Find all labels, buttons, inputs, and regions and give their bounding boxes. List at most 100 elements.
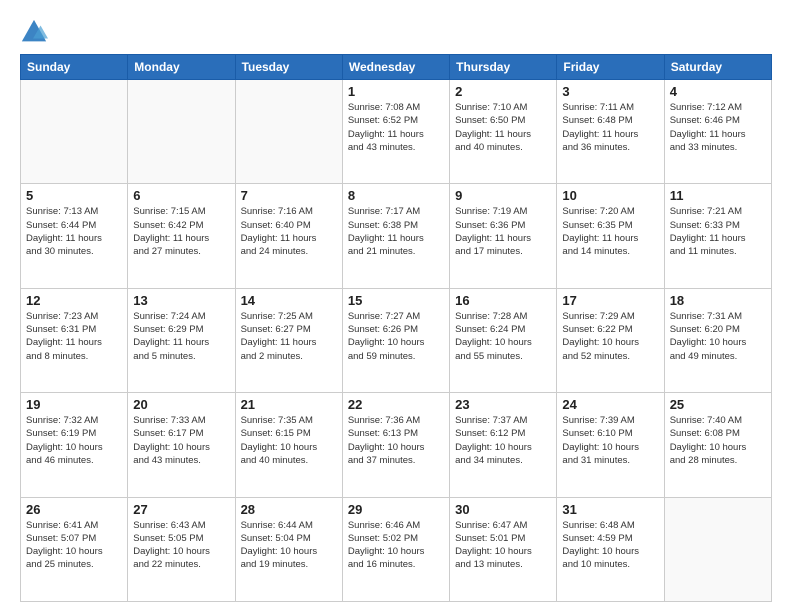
- day-info: Sunrise: 7:35 AM Sunset: 6:15 PM Dayligh…: [241, 414, 337, 467]
- day-info: Sunrise: 7:20 AM Sunset: 6:35 PM Dayligh…: [562, 205, 658, 258]
- calendar-cell: 22 Sunrise: 7:36 AM Sunset: 6:13 PM Dayli…: [342, 393, 449, 497]
- calendar-week-1: 1Sunrise: 7:08 AM Sunset: 6:52 PM Daylig…: [21, 80, 772, 184]
- day-info: Sunrise: 7:12 AM Sunset: 6:46 PM Dayligh…: [670, 101, 766, 154]
- calendar-cell: 31 Sunrise: 6:48 AM Sunset: 4:59 PM Dayli…: [557, 497, 664, 601]
- day-info: Sunrise: 7:21 AM Sunset: 6:33 PM Dayligh…: [670, 205, 766, 258]
- calendar-cell: 5 Sunrise: 7:13 AM Sunset: 6:44 PM Daylig…: [21, 184, 128, 288]
- weekday-header-saturday: Saturday: [664, 55, 771, 80]
- calendar-cell: 25 Sunrise: 7:40 AM Sunset: 6:08 PM Dayli…: [664, 393, 771, 497]
- header: [20, 18, 772, 46]
- day-info: Sunrise: 7:39 AM Sunset: 6:10 PM Dayligh…: [562, 414, 658, 467]
- day-number: 12: [26, 293, 122, 308]
- calendar-cell: 21 Sunrise: 7:35 AM Sunset: 6:15 PM Dayli…: [235, 393, 342, 497]
- day-number: 11: [670, 188, 766, 203]
- day-info: Sunrise: 7:10 AM Sunset: 6:50 PM Dayligh…: [455, 101, 551, 154]
- day-number: 9: [455, 188, 551, 203]
- day-info: Sunrise: 7:32 AM Sunset: 6:19 PM Dayligh…: [26, 414, 122, 467]
- calendar-cell: 8 Sunrise: 7:17 AM Sunset: 6:38 PM Daylig…: [342, 184, 449, 288]
- calendar-cell: 2 Sunrise: 7:10 AM Sunset: 6:50 PM Daylig…: [450, 80, 557, 184]
- page: SundayMondayTuesdayWednesdayThursdayFrid…: [0, 0, 792, 612]
- day-number: 28: [241, 502, 337, 517]
- weekday-header-tuesday: Tuesday: [235, 55, 342, 80]
- day-info: Sunrise: 7:37 AM Sunset: 6:12 PM Dayligh…: [455, 414, 551, 467]
- day-info: Sunrise: 7:23 AM Sunset: 6:31 PM Dayligh…: [26, 310, 122, 363]
- day-info: Sunrise: 6:44 AM Sunset: 5:04 PM Dayligh…: [241, 519, 337, 572]
- calendar-week-3: 12 Sunrise: 7:23 AM Sunset: 6:31 PM Dayli…: [21, 288, 772, 392]
- calendar-cell: 15 Sunrise: 7:27 AM Sunset: 6:26 PM Dayli…: [342, 288, 449, 392]
- day-number: 29: [348, 502, 444, 517]
- calendar-cell: 3Sunrise: 7:11 AM Sunset: 6:48 PM Daylig…: [557, 80, 664, 184]
- day-number: 1: [348, 84, 444, 99]
- day-number: 10: [562, 188, 658, 203]
- day-info: Sunrise: 7:11 AM Sunset: 6:48 PM Dayligh…: [562, 101, 658, 154]
- day-number: 26: [26, 502, 122, 517]
- day-info: Sunrise: 6:48 AM Sunset: 4:59 PM Dayligh…: [562, 519, 658, 572]
- logo-icon: [20, 18, 48, 46]
- calendar-cell: 18Sunrise: 7:31 AM Sunset: 6:20 PM Dayli…: [664, 288, 771, 392]
- day-info: Sunrise: 7:25 AM Sunset: 6:27 PM Dayligh…: [241, 310, 337, 363]
- day-number: 31: [562, 502, 658, 517]
- calendar-cell: 19Sunrise: 7:32 AM Sunset: 6:19 PM Dayli…: [21, 393, 128, 497]
- calendar-week-5: 26 Sunrise: 6:41 AM Sunset: 5:07 PM Dayli…: [21, 497, 772, 601]
- calendar-cell: [128, 80, 235, 184]
- calendar-cell: [21, 80, 128, 184]
- day-number: 16: [455, 293, 551, 308]
- day-number: 5: [26, 188, 122, 203]
- day-number: 22: [348, 397, 444, 412]
- calendar-cell: 1Sunrise: 7:08 AM Sunset: 6:52 PM Daylig…: [342, 80, 449, 184]
- day-number: 21: [241, 397, 337, 412]
- logo: [20, 18, 52, 46]
- calendar-cell: 9 Sunrise: 7:19 AM Sunset: 6:36 PM Daylig…: [450, 184, 557, 288]
- day-number: 27: [133, 502, 229, 517]
- calendar-cell: 29 Sunrise: 6:46 AM Sunset: 5:02 PM Dayli…: [342, 497, 449, 601]
- day-info: Sunrise: 7:16 AM Sunset: 6:40 PM Dayligh…: [241, 205, 337, 258]
- calendar-cell: 27 Sunrise: 6:43 AM Sunset: 5:05 PM Dayli…: [128, 497, 235, 601]
- calendar-cell: 23 Sunrise: 7:37 AM Sunset: 6:12 PM Dayli…: [450, 393, 557, 497]
- calendar-cell: 28 Sunrise: 6:44 AM Sunset: 5:04 PM Dayli…: [235, 497, 342, 601]
- day-info: Sunrise: 7:33 AM Sunset: 6:17 PM Dayligh…: [133, 414, 229, 467]
- day-info: Sunrise: 7:24 AM Sunset: 6:29 PM Dayligh…: [133, 310, 229, 363]
- day-info: Sunrise: 7:17 AM Sunset: 6:38 PM Dayligh…: [348, 205, 444, 258]
- day-number: 24: [562, 397, 658, 412]
- day-number: 25: [670, 397, 766, 412]
- day-info: Sunrise: 6:47 AM Sunset: 5:01 PM Dayligh…: [455, 519, 551, 572]
- day-info: Sunrise: 6:46 AM Sunset: 5:02 PM Dayligh…: [348, 519, 444, 572]
- day-number: 30: [455, 502, 551, 517]
- day-number: 17: [562, 293, 658, 308]
- day-number: 15: [348, 293, 444, 308]
- calendar-week-4: 19Sunrise: 7:32 AM Sunset: 6:19 PM Dayli…: [21, 393, 772, 497]
- day-number: 2: [455, 84, 551, 99]
- day-info: Sunrise: 7:36 AM Sunset: 6:13 PM Dayligh…: [348, 414, 444, 467]
- calendar-cell: 30 Sunrise: 6:47 AM Sunset: 5:01 PM Dayli…: [450, 497, 557, 601]
- day-info: Sunrise: 7:13 AM Sunset: 6:44 PM Dayligh…: [26, 205, 122, 258]
- calendar-table: SundayMondayTuesdayWednesdayThursdayFrid…: [20, 54, 772, 602]
- day-info: Sunrise: 7:19 AM Sunset: 6:36 PM Dayligh…: [455, 205, 551, 258]
- day-info: Sunrise: 7:40 AM Sunset: 6:08 PM Dayligh…: [670, 414, 766, 467]
- day-number: 23: [455, 397, 551, 412]
- day-number: 13: [133, 293, 229, 308]
- day-number: 4: [670, 84, 766, 99]
- calendar-cell: 20 Sunrise: 7:33 AM Sunset: 6:17 PM Dayli…: [128, 393, 235, 497]
- day-number: 6: [133, 188, 229, 203]
- weekday-header-friday: Friday: [557, 55, 664, 80]
- weekday-header-sunday: Sunday: [21, 55, 128, 80]
- calendar-cell: 12 Sunrise: 7:23 AM Sunset: 6:31 PM Dayli…: [21, 288, 128, 392]
- day-number: 8: [348, 188, 444, 203]
- day-info: Sunrise: 7:15 AM Sunset: 6:42 PM Dayligh…: [133, 205, 229, 258]
- calendar-week-2: 5 Sunrise: 7:13 AM Sunset: 6:44 PM Daylig…: [21, 184, 772, 288]
- day-info: Sunrise: 7:31 AM Sunset: 6:20 PM Dayligh…: [670, 310, 766, 363]
- day-number: 20: [133, 397, 229, 412]
- weekday-header-row: SundayMondayTuesdayWednesdayThursdayFrid…: [21, 55, 772, 80]
- calendar-cell: 13 Sunrise: 7:24 AM Sunset: 6:29 PM Dayli…: [128, 288, 235, 392]
- weekday-header-wednesday: Wednesday: [342, 55, 449, 80]
- calendar-cell: [235, 80, 342, 184]
- calendar-cell: 24 Sunrise: 7:39 AM Sunset: 6:10 PM Dayli…: [557, 393, 664, 497]
- weekday-header-monday: Monday: [128, 55, 235, 80]
- day-info: Sunrise: 6:43 AM Sunset: 5:05 PM Dayligh…: [133, 519, 229, 572]
- day-info: Sunrise: 6:41 AM Sunset: 5:07 PM Dayligh…: [26, 519, 122, 572]
- day-info: Sunrise: 7:27 AM Sunset: 6:26 PM Dayligh…: [348, 310, 444, 363]
- calendar-cell: 16 Sunrise: 7:28 AM Sunset: 6:24 PM Dayli…: [450, 288, 557, 392]
- day-number: 14: [241, 293, 337, 308]
- calendar-cell: 10 Sunrise: 7:20 AM Sunset: 6:35 PM Dayli…: [557, 184, 664, 288]
- day-info: Sunrise: 7:28 AM Sunset: 6:24 PM Dayligh…: [455, 310, 551, 363]
